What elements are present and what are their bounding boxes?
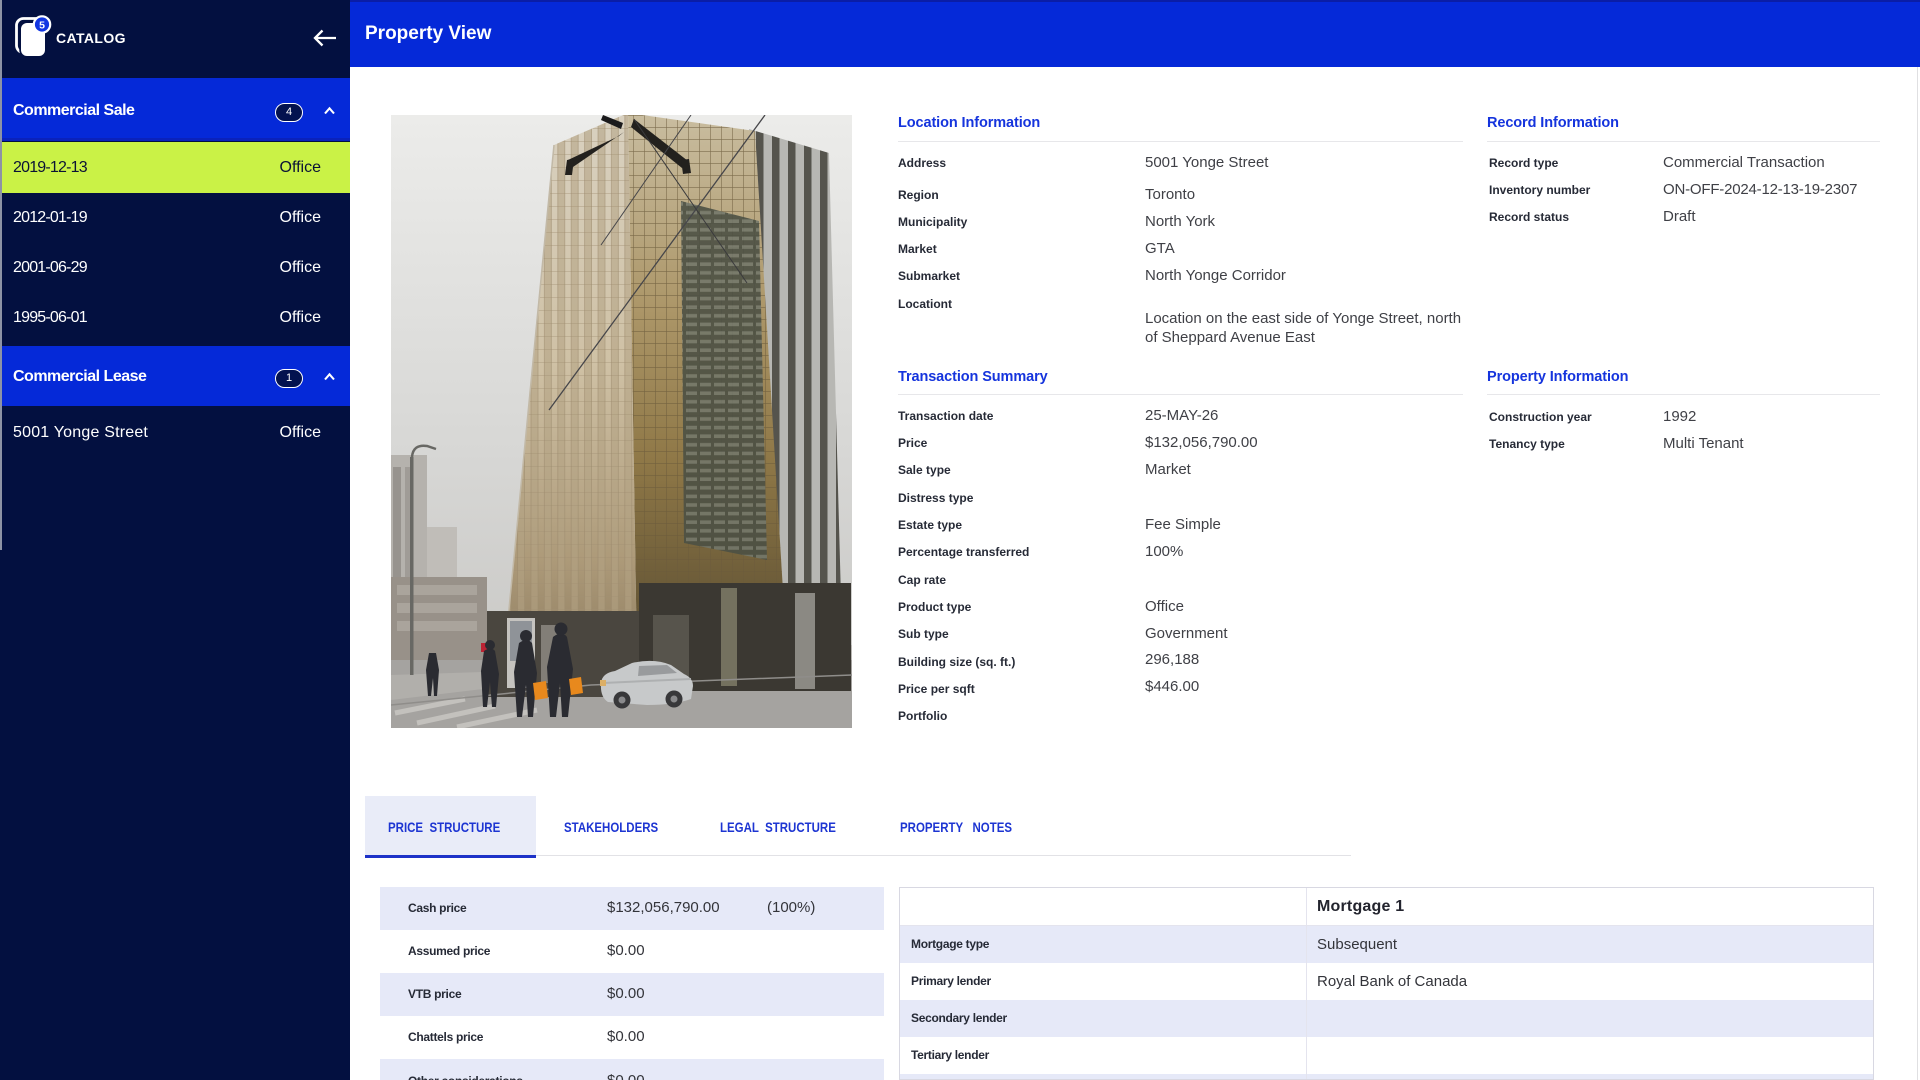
svg-text:5: 5 bbox=[39, 20, 45, 32]
